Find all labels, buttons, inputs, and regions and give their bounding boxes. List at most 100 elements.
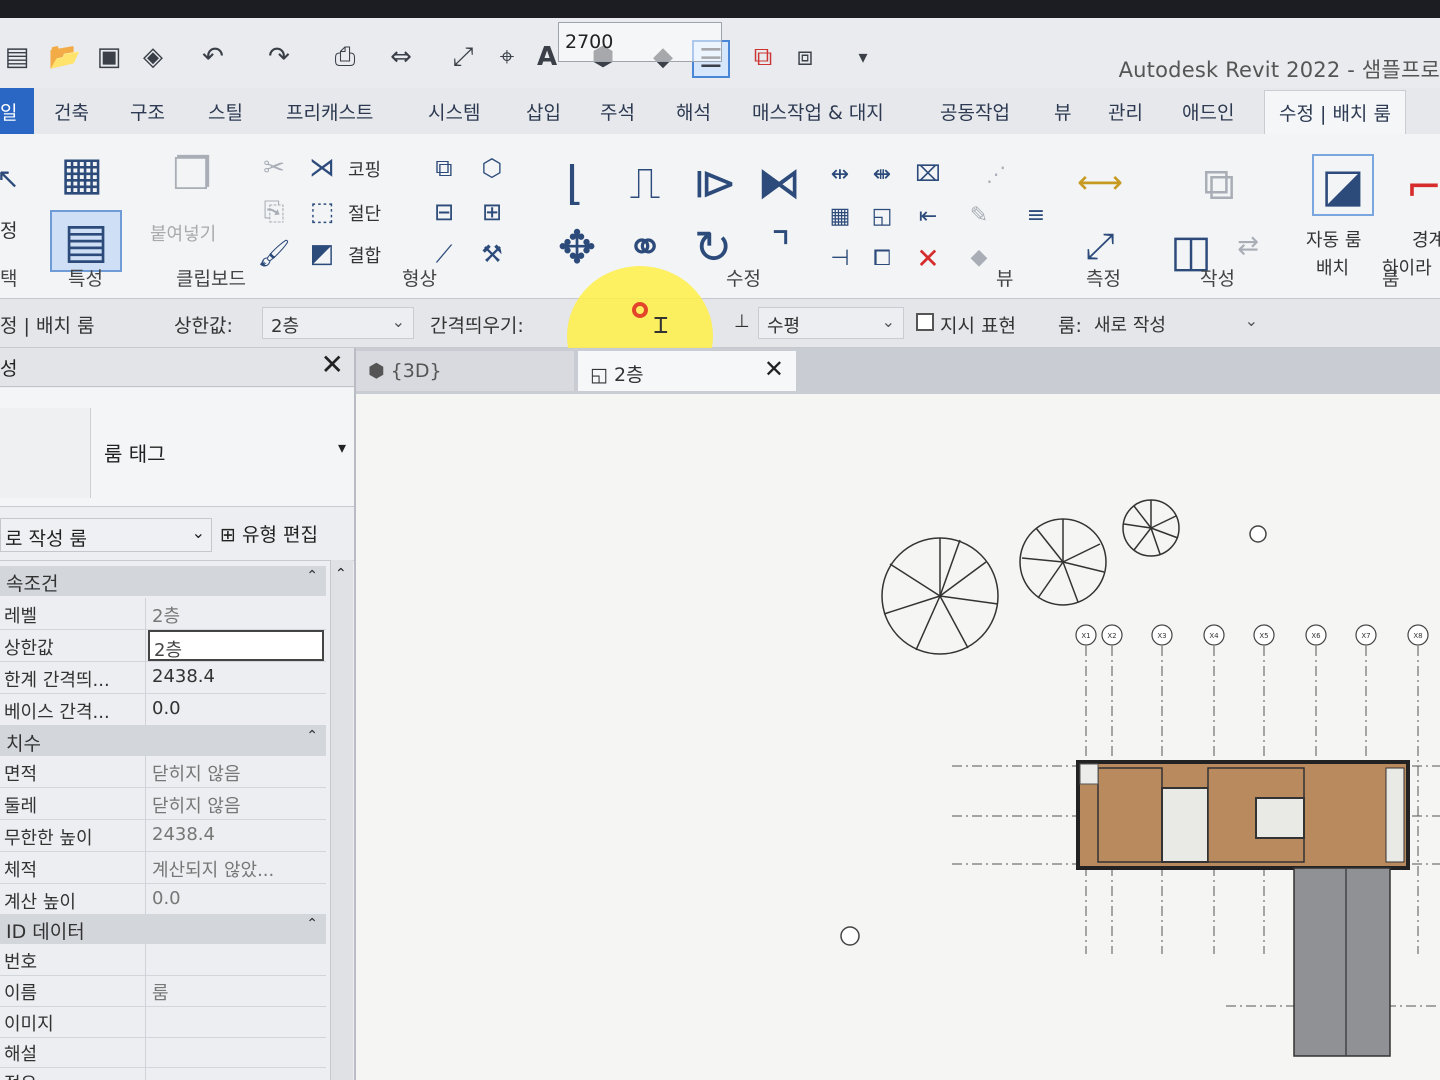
view-tab-3d[interactable]: ⬢ {3D} (356, 351, 574, 391)
tag-on-placement-checkbox[interactable] (916, 313, 934, 331)
cut-geometry-icon[interactable]: ⬚ (306, 196, 338, 228)
properties-icon[interactable]: ▤ (50, 210, 122, 272)
cut-clip-icon[interactable]: ✂ (258, 152, 290, 184)
mirror-draw-icon[interactable]: ⧑ (752, 156, 806, 210)
create-similar-icon[interactable]: ⇄ (1228, 226, 1268, 266)
property-group-identity-data[interactable]: ID 데이터 ⌃ (0, 914, 326, 944)
sync-icon[interactable]: ◈ (136, 40, 170, 74)
boundary-label-1[interactable]: 경계 (1412, 226, 1440, 252)
tab-massing-site[interactable]: 매스작업 & 대지 (752, 98, 884, 125)
property-row[interactable]: 점유 (0, 1066, 326, 1080)
copy-icon[interactable]: ⎘ (258, 196, 290, 228)
measure-distance-icon[interactable]: ⟷ (1070, 163, 1130, 201)
orientation-select[interactable]: 수평 ⌄ (758, 307, 904, 339)
app-menu-icon[interactable]: ▤ (0, 40, 34, 74)
properties-scrollbar[interactable]: ⌃ (330, 560, 353, 1080)
panel-label-select[interactable]: 택 (0, 264, 17, 291)
tab-analyze[interactable]: 해석 (676, 98, 711, 125)
property-row[interactable]: 체적 계산되지 않았... (0, 852, 326, 884)
customize-qat-icon[interactable]: ▾ (846, 40, 880, 74)
instance-filter-select[interactable]: 로 작성 룸 ⌄ (0, 518, 212, 552)
property-row[interactable]: 베이스 간격... 0.0 (0, 694, 326, 726)
redo-icon[interactable]: ↷ (262, 40, 296, 74)
upper-limit-select[interactable]: 2층 ⌄ (262, 307, 414, 339)
cope-label[interactable]: 코핑 (348, 156, 381, 182)
close-icon[interactable]: ✕ (321, 348, 344, 381)
tab-view[interactable]: 뷰 (1054, 98, 1071, 125)
tab-addins[interactable]: 애드인 (1182, 98, 1234, 125)
tab-precast[interactable]: 프리캐스트 (286, 98, 373, 125)
filter-icon[interactable]: ≡ (1016, 200, 1056, 230)
pin-icon[interactable]: ⇤ (912, 202, 944, 230)
measure-icon[interactable]: ⇔ (384, 40, 418, 74)
property-row[interactable]: 이미지 (0, 1006, 326, 1038)
pick-icon[interactable]: ⚒ (476, 238, 508, 270)
modify-tool-icon[interactable]: ↖ (0, 158, 20, 198)
tab-steel[interactable]: 스틸 (208, 98, 243, 125)
property-row[interactable]: 무한한 높이 2438.4 (0, 820, 326, 852)
property-group-constraints[interactable]: 속조건 ⌃ (0, 566, 326, 596)
offset-icon[interactable]: ⎍ (618, 156, 672, 210)
trim-extend-icon[interactable]: ⌝ (754, 218, 808, 276)
property-value[interactable]: 룸 (148, 975, 324, 1006)
view-tab-level-2[interactable]: ◱ 2층 ✕ (578, 351, 796, 391)
property-value[interactable] (148, 1006, 324, 1037)
property-row[interactable]: 이름 룸 (0, 975, 326, 1007)
scale-icon[interactable]: ◱ (866, 202, 898, 230)
delete-icon[interactable]: ✕ (912, 242, 944, 275)
property-row[interactable]: 번호 (0, 944, 326, 976)
mirror-axis-icon[interactable]: ⧐ (688, 156, 742, 210)
array-icon[interactable]: ▦ (824, 202, 856, 230)
auto-room-label-2[interactable]: 배치 (1316, 254, 1349, 280)
cut-label[interactable]: 절단 (348, 200, 381, 226)
split-gap-icon[interactable]: ⇼ (866, 160, 898, 188)
match-properties-icon[interactable]: 🖌 (258, 238, 291, 270)
trim-single-icon[interactable]: ⊣ (824, 244, 856, 272)
split-face-icon[interactable]: ⊟ (428, 196, 460, 228)
tab-manage[interactable]: 관리 (1108, 98, 1143, 125)
property-value[interactable]: 2438.4 (148, 662, 324, 693)
type-properties-icon[interactable]: ▦ (50, 144, 114, 202)
highlight-boundary-icon[interactable]: ⌐ (1406, 160, 1440, 214)
property-group-dimensions[interactable]: 치수 ⌃ (0, 726, 326, 756)
edit-type-button[interactable]: ⊞ 유형 편집 (220, 520, 318, 547)
property-value-input[interactable]: 2층 (148, 630, 324, 661)
save-icon[interactable]: ▣ (92, 40, 126, 74)
hide-icon[interactable]: ◆ (964, 242, 994, 272)
tab-collaborate[interactable]: 공동작업 (940, 98, 1010, 125)
property-row[interactable]: 계산 높이 0.0 (0, 884, 326, 916)
tab-insert[interactable]: 삽입 (526, 98, 561, 125)
trim-multiple-icon[interactable]: ⧠ (866, 244, 898, 272)
property-row[interactable]: 레벨 2층 (0, 598, 326, 630)
paste-icon[interactable]: ❐ (162, 146, 222, 202)
tab-systems[interactable]: 시스템 (428, 98, 480, 125)
align-icon[interactable]: ⌊ (548, 156, 602, 210)
close-icon[interactable]: ✕ (764, 355, 784, 383)
scroll-up-icon[interactable]: ⌃ (335, 566, 347, 582)
view-override-icon[interactable]: ⋰ (966, 160, 1026, 188)
create-group-icon[interactable]: ⧉ (1164, 154, 1274, 214)
switch-windows-icon[interactable]: ⧈ (788, 40, 822, 74)
tab-file[interactable]: 일 (0, 88, 34, 134)
tag-icon[interactable]: ⌖ (490, 40, 524, 74)
join-icon[interactable]: ◩ (306, 238, 338, 270)
property-row[interactable]: 둘레 닫히지 않음 (0, 788, 326, 820)
paste-label[interactable]: 붙여넣기 (150, 220, 216, 246)
type-selector[interactable]: 룸 태그 ▾ (0, 388, 354, 507)
property-row[interactable]: 해설 (0, 1036, 326, 1068)
drawing-canvas[interactable]: X1 X2 X3 X4 X5 X6 X7 X8 (356, 394, 1440, 1080)
auto-place-room-icon[interactable]: ◪ (1312, 154, 1374, 216)
linework-icon[interactable]: ✎ (964, 200, 994, 230)
open-icon[interactable]: 📂 (48, 40, 82, 74)
wall-join-icon[interactable]: ⬡ (476, 152, 508, 184)
cope-icon[interactable]: ⋊ (306, 152, 338, 184)
tab-annotate[interactable]: 주석 (600, 98, 635, 125)
close-hidden-icon[interactable]: ⧉ (746, 40, 780, 74)
tab-architecture[interactable]: 건축 (54, 98, 89, 125)
unpin-icon[interactable]: ⌧ (912, 160, 944, 188)
join-label[interactable]: 결합 (348, 242, 381, 268)
split-icon[interactable]: ⇹ (824, 160, 856, 188)
property-value[interactable] (148, 1036, 324, 1067)
offset-input[interactable]: 2700 (558, 22, 722, 62)
tab-modify-place-room[interactable]: 수정 | 배치 룸 (1264, 90, 1406, 134)
